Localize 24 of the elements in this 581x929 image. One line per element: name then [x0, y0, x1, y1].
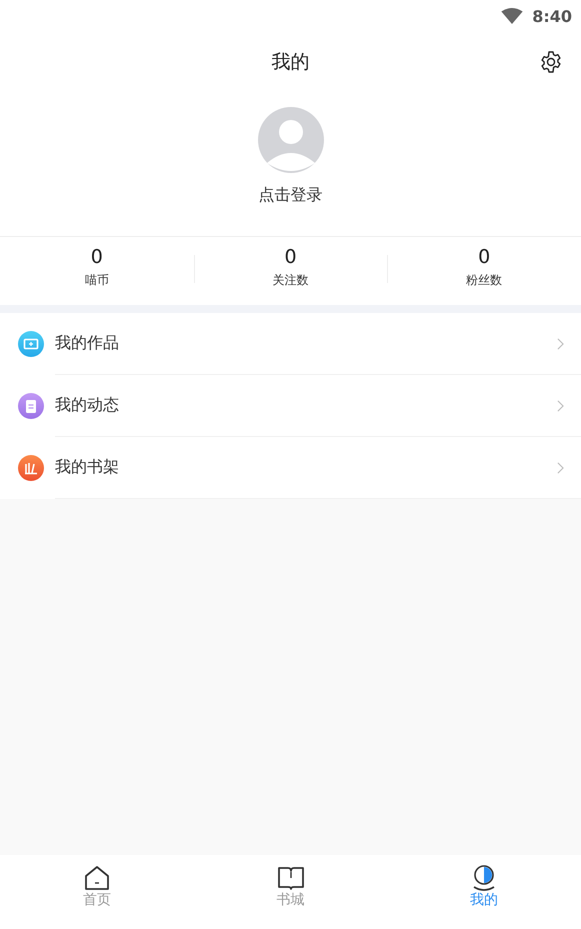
menu-label: 我的书架	[55, 457, 119, 478]
chevron-icon	[557, 462, 564, 474]
settings-icon[interactable]	[539, 50, 563, 74]
books-icon	[18, 455, 44, 481]
page-title: 我的	[272, 50, 310, 75]
chevron-icon	[557, 400, 564, 412]
login-link[interactable]: 点击登录	[258, 185, 322, 206]
home-icon	[84, 865, 110, 891]
stat-label: 粉丝数	[466, 272, 502, 289]
clipboard-icon	[18, 393, 44, 419]
menu-label: 我的作品	[55, 333, 119, 354]
stat-value: 0	[90, 246, 103, 268]
menu-item[interactable]: 我的动态	[0, 375, 581, 437]
menu-item[interactable]: 我的作品	[0, 313, 581, 375]
menu-label: 我的动态	[55, 395, 119, 416]
book-icon	[278, 865, 304, 891]
profile-icon	[471, 865, 498, 891]
stat-value: 0	[284, 246, 297, 268]
clock: 8:40	[532, 6, 572, 26]
chevron-icon	[557, 338, 564, 350]
stat-label: 喵币	[84, 272, 109, 289]
wifi-icon	[501, 8, 524, 24]
stat-value: 0	[478, 246, 490, 268]
stat-label: 关注数	[272, 272, 308, 289]
